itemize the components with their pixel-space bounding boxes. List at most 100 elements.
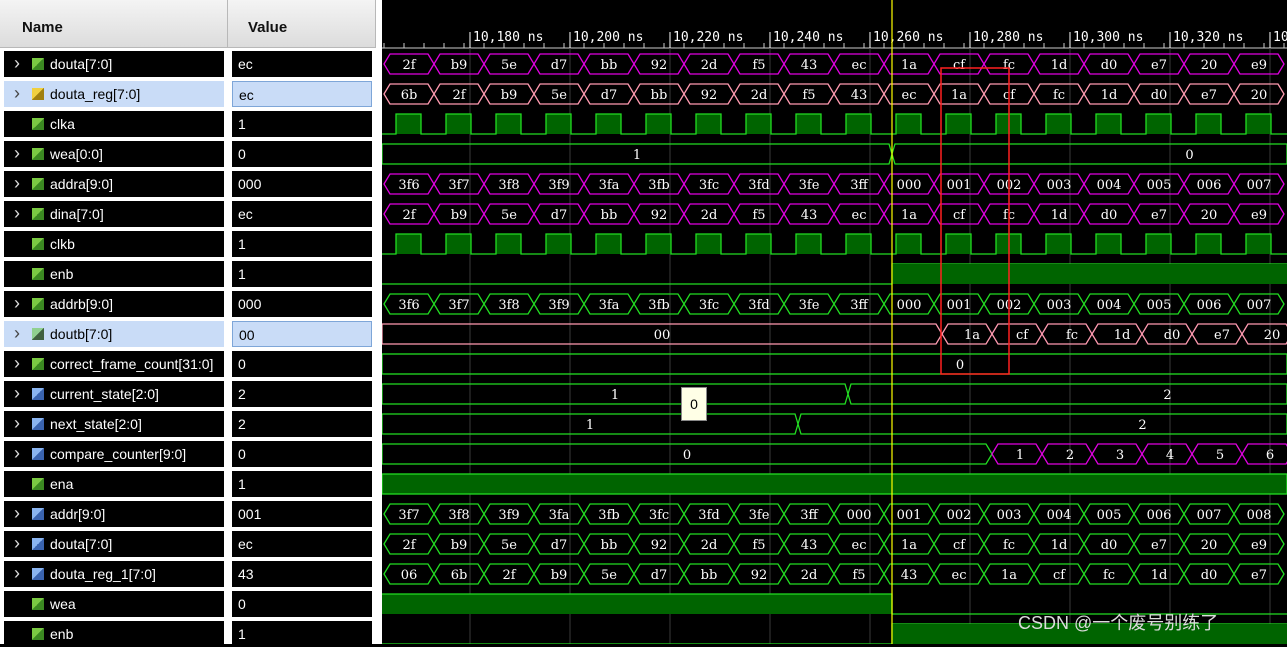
bus-value: cf <box>953 208 966 223</box>
signal-row[interactable]: › wea[0:0] <box>4 141 224 167</box>
bus-value: 43 <box>901 568 918 583</box>
chevron-right-icon[interactable]: › <box>14 321 20 345</box>
clock-high <box>446 114 471 134</box>
waveform-addr90[interactable]: 3f7 3f8 3f9 3fa 3fb 3fc 3fd 3fe 3ff 000 001 002 003 0… <box>383 503 1285 525</box>
signal-row[interactable]: enb <box>4 261 224 287</box>
waveform-douta70[interactable]: 2f b9 5e d7 bb 92 2d f5 43 ec 1a cf fc 1d d0 e7 20 e9 <box>383 533 1285 555</box>
bus-value: 3f8 <box>448 508 469 523</box>
signal-row[interactable]: wea <box>4 591 224 617</box>
chevron-right-icon[interactable]: › <box>14 531 20 555</box>
clock-high <box>1246 234 1271 254</box>
chevron-right-icon[interactable]: › <box>14 351 20 375</box>
signal-row[interactable]: clkb <box>4 231 224 257</box>
bus-value: 3fe <box>749 508 770 523</box>
name-column-header[interactable]: Name <box>0 0 228 48</box>
signal-row[interactable]: › correct_frame_count[31:0] <box>4 351 224 377</box>
waveform-compare-counter90[interactable]: 0 1 2 3 4 5 6 <box>382 443 1287 465</box>
chevron-right-icon[interactable]: › <box>14 381 20 405</box>
bus-vector-icon <box>32 148 44 160</box>
bus-value: cf <box>953 538 966 553</box>
waveform-area[interactable]: 10,180 ns 10,200 ns 10,220 ns 10,240 ns 10,2… <box>382 0 1287 644</box>
chevron-right-icon[interactable]: › <box>14 441 20 465</box>
signal-row[interactable]: › addra[9:0] <box>4 171 224 197</box>
bit-signal-icon <box>32 118 44 130</box>
bus-value: cf <box>1053 568 1066 583</box>
waveform-douta-reg-170[interactable]: 06 6b 2f b9 5e d7 bb 92 2d f5 43 ec 1a cf fc 1d d0 e7 <box>383 563 1285 585</box>
chevron-right-icon[interactable]: › <box>14 411 20 435</box>
waveform-wea00[interactable]: 10 <box>382 143 1287 165</box>
chevron-right-icon[interactable]: › <box>14 81 20 105</box>
waveform-addrb90[interactable]: 3f6 3f7 3f8 3f9 3fa 3fb 3fc 3fd 3fe 3ff 000 001 002 0… <box>383 293 1285 315</box>
bus-value: 1 <box>611 388 619 403</box>
signal-row[interactable]: › douta[7:0] <box>4 51 224 77</box>
waveform-ena[interactable] <box>382 473 1287 495</box>
signal-row[interactable]: › douta[7:0] <box>4 531 224 557</box>
bus-value: d0 <box>1164 328 1181 343</box>
clock-high <box>446 234 471 254</box>
signal-row[interactable]: › addr[9:0] <box>4 501 224 527</box>
bit-signal-icon <box>32 478 44 490</box>
signal-value: 1 <box>232 471 372 497</box>
signal-value: 2 <box>232 411 372 437</box>
waveform-douta-reg70[interactable]: 6b 2f b9 5e d7 bb 92 2d f5 43 ec 1a cf fc 1d d0 e7 20 <box>383 83 1285 105</box>
waveform-current-state20[interactable]: 12 <box>382 383 1287 405</box>
signal-row[interactable]: › douta_reg[7:0] <box>4 81 224 107</box>
signal-row[interactable]: clka <box>4 111 224 137</box>
bus-vector-icon <box>32 358 44 370</box>
bus-value: 3f6 <box>398 298 419 313</box>
signal-row[interactable]: › addrb[9:0] <box>4 291 224 317</box>
signal-name: addr[9:0] <box>50 506 106 522</box>
signal-name: correct_frame_count[31:0] <box>50 356 214 372</box>
clock-high <box>846 114 871 134</box>
bus-value: d0 <box>1101 58 1118 73</box>
bus-value: 1a <box>901 538 917 553</box>
bus-value: 2d <box>751 88 768 103</box>
bus-value: 6b <box>451 568 468 583</box>
chevron-right-icon[interactable]: › <box>14 201 20 225</box>
waveform-addra90[interactable]: 3f6 3f7 3f8 3f9 3fa 3fb 3fc 3fd 3fe 3ff 000 001 002 0… <box>383 173 1285 195</box>
bus-value: bb <box>701 568 718 583</box>
signal-row[interactable]: › current_state[2:0] <box>4 381 224 407</box>
signal-row[interactable]: › compare_counter[9:0] <box>4 441 224 467</box>
waveform-next-state20[interactable]: 12 <box>382 413 1287 435</box>
value-column-header[interactable]: Value <box>228 0 376 48</box>
bus-value: 006 <box>1147 508 1172 523</box>
waveform-douta70[interactable]: 2f b9 5e d7 bb 92 2d f5 43 ec 1a cf fc 1d d0 e7 20 e9 <box>383 53 1285 75</box>
clock-high <box>896 114 921 134</box>
clock-high <box>1096 234 1121 254</box>
signal-row[interactable]: › douta_reg_1[7:0] <box>4 561 224 587</box>
bus-value: d0 <box>1101 538 1118 553</box>
chevron-right-icon[interactable]: › <box>14 291 20 315</box>
signal-row[interactable]: ena <box>4 471 224 497</box>
bus-value: 1d <box>1051 208 1068 223</box>
waveform-dina70[interactable]: 2f b9 5e d7 bb 92 2d f5 43 ec 1a cf fc 1d d0 e7 20 e9 <box>383 203 1285 225</box>
bit-signal-icon <box>32 268 44 280</box>
bus-value: f5 <box>752 58 765 73</box>
bus-value: 43 <box>801 58 818 73</box>
waveform-doutb70[interactable]: 00 1a cf fc 1d d0 e7 20 <box>382 323 1287 345</box>
chevron-right-icon[interactable]: › <box>14 51 20 75</box>
signal-row[interactable]: › dina[7:0] <box>4 201 224 227</box>
clock-high <box>596 114 621 134</box>
signal-row[interactable]: › next_state[2:0] <box>4 411 224 437</box>
signal-value: 1 <box>232 111 372 137</box>
bus-value: 1a <box>901 208 917 223</box>
signal-name: wea[0:0] <box>50 146 103 162</box>
clock-high <box>796 114 821 134</box>
signal-row[interactable]: enb <box>4 621 224 647</box>
signal-name: clka <box>50 116 75 132</box>
signal-row[interactable]: › doutb[7:0] <box>4 321 224 347</box>
waveform-correct-frame-count310[interactable]: 0 <box>382 353 1287 375</box>
bus-value: 003 <box>1047 178 1072 193</box>
waveform-clkb[interactable] <box>382 233 1287 255</box>
waveform-enb[interactable] <box>382 263 1287 285</box>
chevron-right-icon[interactable]: › <box>14 171 20 195</box>
bus-value: 92 <box>651 58 668 73</box>
chevron-right-icon[interactable]: › <box>14 561 20 585</box>
bus-value: b9 <box>451 58 468 73</box>
bus-value: 003 <box>1047 298 1072 313</box>
signal-name: douta_reg_1[7:0] <box>50 566 156 582</box>
waveform-clka[interactable] <box>382 113 1287 135</box>
chevron-right-icon[interactable]: › <box>14 141 20 165</box>
chevron-right-icon[interactable]: › <box>14 501 20 525</box>
